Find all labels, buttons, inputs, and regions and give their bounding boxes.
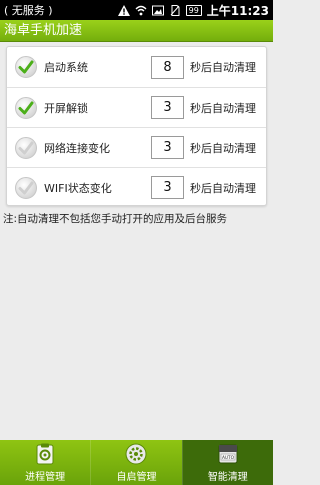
note-text: 注:自动清理不包括您手动打开的应用及后台服务 bbox=[3, 213, 228, 225]
tab-label: 自启管理 bbox=[116, 472, 157, 483]
checkbox-unlock[interactable] bbox=[15, 96, 37, 119]
tab-autostart-manager[interactable]: 自启管理 bbox=[90, 440, 181, 485]
wifi-icon bbox=[135, 5, 147, 15]
tab-label: 进程管理 bbox=[25, 472, 66, 483]
seconds-suffix: 秒后自动清理 bbox=[190, 181, 256, 195]
seconds-suffix: 秒后自动清理 bbox=[190, 61, 256, 74]
seconds-suffix: 秒后自动清理 bbox=[190, 141, 256, 155]
setting-row-wifi[interactable]: WIFI状态变化 3 秒后自动清理 bbox=[7, 167, 266, 207]
checkbox-boot[interactable] bbox=[15, 56, 37, 78]
seconds-input[interactable]: 3 bbox=[151, 176, 184, 199]
checkbox-wifi[interactable] bbox=[15, 176, 37, 199]
setting-row-unlock[interactable]: 开屏解锁 3 秒后自动清理 bbox=[7, 87, 266, 127]
seconds-suffix: 秒后自动清理 bbox=[190, 101, 256, 115]
photo-icon bbox=[151, 5, 164, 15]
app-title: 海卓手机加速 bbox=[0, 20, 273, 42]
settings-card: 启动系统 8 秒后自动清理 开屏解锁 3 秒后自动清理 网络连接变化 3 秒后自… bbox=[6, 46, 267, 206]
setting-label: WIFI状态变化 bbox=[44, 181, 112, 195]
battery-indicator: 99 bbox=[185, 4, 202, 16]
checkmark-icon bbox=[18, 141, 34, 154]
clock: 上午11:23 bbox=[206, 3, 269, 18]
setting-row-boot[interactable]: 启动系统 8 秒后自动清理 bbox=[7, 47, 266, 87]
tab-process-manager[interactable]: 进程管理 bbox=[0, 440, 90, 485]
auto-clean-icon: AUTO bbox=[218, 444, 238, 464]
seconds-input[interactable]: 8 bbox=[151, 55, 184, 79]
tab-label: 智能清理 bbox=[207, 472, 248, 483]
svg-text:AUTO: AUTO bbox=[222, 455, 235, 461]
checkbox-network[interactable] bbox=[15, 136, 37, 159]
carrier-text: ( 无服务 ) bbox=[4, 4, 53, 17]
setting-label: 开屏解锁 bbox=[44, 101, 88, 115]
setting-label: 网络连接变化 bbox=[44, 141, 110, 155]
bottom-tab-bar: 进程管理 自启管理 AUTO 智能清理 bbox=[0, 440, 273, 485]
setting-row-network[interactable]: 网络连接变化 3 秒后自动清理 bbox=[7, 127, 266, 167]
process-manager-icon bbox=[36, 443, 54, 465]
checkmark-icon bbox=[18, 181, 34, 194]
setting-label: 启动系统 bbox=[44, 61, 88, 74]
tab-smart-clean[interactable]: AUTO 智能清理 bbox=[181, 440, 273, 485]
checkmark-icon bbox=[18, 60, 34, 74]
seconds-input[interactable]: 3 bbox=[151, 136, 184, 159]
status-bar: ( 无服务 ) 99 上午11:23 bbox=[0, 0, 273, 20]
checkmark-icon bbox=[18, 101, 34, 114]
warning-icon bbox=[117, 4, 130, 16]
no-sim-icon bbox=[170, 4, 180, 16]
seconds-input[interactable]: 3 bbox=[151, 96, 184, 119]
autostart-gear-icon bbox=[125, 443, 147, 465]
